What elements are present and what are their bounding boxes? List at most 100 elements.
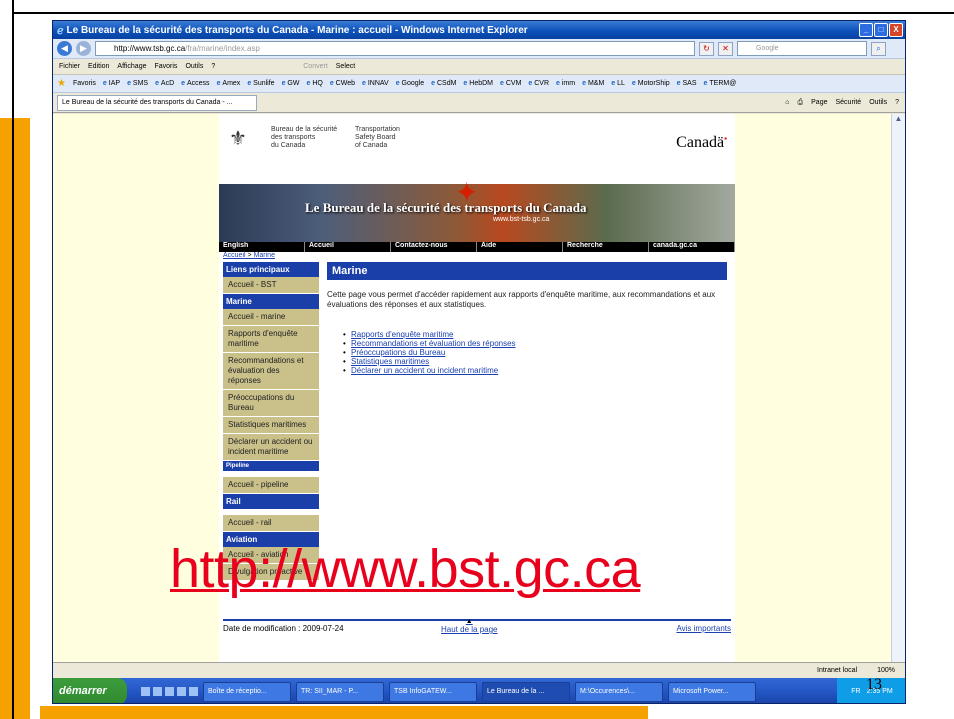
fav-item[interactable]: Sunlife [247,80,274,87]
link-recommandations[interactable]: Recommandations et évaluation des répons… [223,353,319,390]
breadcrumb-separator: > [245,252,254,259]
notices-link[interactable]: Avis importants [676,624,731,633]
link-statistiques[interactable]: Statistiques maritimes [223,417,319,434]
link-accueil-marine[interactable]: Accueil - marine [223,309,319,326]
taskbar-item[interactable]: Boîte de réceptio... [203,681,291,702]
fav-item[interactable]: M&M [582,80,604,87]
fav-item[interactable]: CWeb [330,80,355,87]
url-input[interactable]: http://www.tsb.gc.ca/fra/marine/index.as… [95,41,695,56]
link-declarer[interactable]: Déclarer un accident ou incident maritim… [223,434,319,461]
fav-item[interactable]: LL [611,80,625,87]
select-button[interactable]: Select [336,63,355,70]
menu-favoris[interactable]: Favoris [154,63,177,70]
help-icon[interactable]: ? [895,99,899,107]
overlay-url[interactable]: http://www.bst.gc.ca [170,538,641,600]
nav-accueil[interactable]: Accueil [305,242,391,252]
slide: ℯ Le Bureau de la sécurité des transport… [0,0,954,719]
link-accueil-rail[interactable]: Accueil - rail [223,515,319,532]
taskbar-item-active[interactable]: Le Bureau de la ... [482,681,570,702]
section-rail: Rail [223,494,319,509]
close-button[interactable]: X [889,23,903,37]
quicklaunch-icon[interactable] [189,687,198,696]
fav-item[interactable]: HebDM [463,80,493,87]
start-button[interactable]: démarrer [53,678,127,703]
tools-menu[interactable]: Outils [869,99,887,107]
nav-contact[interactable]: Contactez-nous [391,242,477,252]
content-link[interactable]: Déclarer un accident ou incident maritim… [343,366,727,375]
left-navigation: Liens principaux Accueil - BST Marine Ac… [223,262,319,581]
link-accueil-bst[interactable]: Accueil - BST [223,277,319,294]
favorites-button[interactable]: Favoris [73,80,96,87]
tab-current[interactable]: Le Bureau de la sécurité des transports … [57,94,257,111]
back-to-top-label: Haut de la page [441,625,498,634]
taskbar-item[interactable]: TSB InfoGATEW... [389,681,477,702]
fav-item[interactable]: TERM@ [704,80,736,87]
fav-item[interactable]: MotorShip [632,80,670,87]
fav-item[interactable]: Google [396,80,425,87]
menu-help[interactable]: ? [211,63,215,70]
print-icon[interactable]: ⎙ [798,99,804,107]
quicklaunch-icon[interactable] [141,687,150,696]
link-accueil-pipeline[interactable]: Accueil - pipeline [223,477,319,494]
section-marine: Marine [223,294,319,309]
menu-fichier[interactable]: Fichier [59,63,80,70]
link-rapports[interactable]: Rapports d'enquête maritime [223,326,319,353]
window-title: Le Bureau de la sécurité des transports … [66,24,528,36]
content-link[interactable]: Rapports d'enquête maritime [343,330,727,339]
home-icon[interactable]: ⌂ [785,99,789,107]
taskbar: démarrer Boîte de réceptio... TR: SII_MA… [53,678,905,703]
favorites-star-icon: ★ [57,78,66,89]
fav-item[interactable]: SMS [127,80,148,87]
language-indicator[interactable]: FR [851,688,860,695]
fav-item[interactable]: Amex [217,80,240,87]
fav-item[interactable]: CVM [500,80,522,87]
vertical-scrollbar[interactable]: ▲ [891,114,905,662]
breadcrumb-accueil[interactable]: Accueil [223,252,246,259]
quicklaunch-icon[interactable] [153,687,162,696]
stop-icon[interactable]: ✕ [718,41,733,56]
fav-item[interactable]: Access [181,80,210,87]
minimize-button[interactable]: _ [859,23,873,37]
convert-button[interactable]: Convert [303,63,328,70]
taskbar-item[interactable]: TR: SII_MAR - P... [296,681,384,702]
menu-affichage[interactable]: Affichage [117,63,146,70]
fav-item[interactable]: SAS [677,80,697,87]
content-link[interactable]: Préoccupations du Bureau [343,348,727,357]
quicklaunch-icon[interactable] [177,687,186,696]
breadcrumb-marine[interactable]: Marine [254,252,275,259]
back-button[interactable]: ◀ [57,41,72,56]
url-host: http://www.tsb.gc.ca [114,44,186,53]
fav-item[interactable]: CSdM [431,80,456,87]
taskbar-item[interactable]: M:\Occurences\... [575,681,663,702]
back-to-top-link[interactable]: ▲ Haut de la page [441,618,498,634]
refresh-icon[interactable]: ↻ [699,41,714,56]
content-link[interactable]: Statistiques maritimes [343,357,727,366]
menu-edition[interactable]: Edition [88,63,109,70]
fav-item[interactable]: imm [556,80,575,87]
maximize-button[interactable]: □ [874,23,888,37]
fav-item[interactable]: AcD [155,80,174,87]
menu-outils[interactable]: Outils [185,63,203,70]
nav-english[interactable]: English [219,242,305,252]
fav-item[interactable]: INNAV [362,80,389,87]
search-icon[interactable]: ⌕ [871,41,886,56]
forward-button[interactable]: ▶ [76,41,91,56]
nav-canada[interactable]: canada.gc.ca [649,242,735,252]
search-input[interactable]: Google [737,41,867,56]
content-link[interactable]: Recommandations et évaluation des répons… [343,339,727,348]
flag-icon: ▪ [724,134,727,143]
fav-item[interactable]: CVR [528,80,549,87]
fav-item[interactable]: GW [282,80,299,87]
scroll-up-icon[interactable]: ▲ [892,114,905,126]
fav-item[interactable]: HQ [306,80,323,87]
nav-recherche[interactable]: Recherche [563,242,649,252]
page-menu[interactable]: Page [811,99,827,107]
dept-name-fr: Bureau de la sécurité des transports du … [271,126,338,149]
taskbar-item[interactable]: Microsoft Power... [668,681,756,702]
fav-item[interactable]: IAP [103,80,120,87]
nav-aide[interactable]: Aide [477,242,563,252]
zoom-level[interactable]: 100% [877,667,895,674]
security-menu[interactable]: Sécurité [836,99,862,107]
link-preoccupations[interactable]: Préoccupations du Bureau [223,390,319,417]
quicklaunch-icon[interactable] [165,687,174,696]
